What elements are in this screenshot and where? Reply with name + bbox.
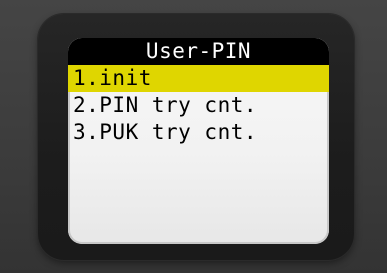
lcd-screen: User-PIN 1.init 2.PIN try cnt. 3.PUK try… (68, 38, 329, 244)
menu-item-init[interactable]: 1.init (68, 65, 329, 92)
screen-title: User-PIN (145, 39, 252, 63)
menu-item-pin-try-count[interactable]: 2.PIN try cnt. (68, 92, 329, 119)
menu-list: 1.init 2.PIN try cnt. 3.PUK try cnt. (68, 65, 329, 146)
title-bar: User-PIN (68, 38, 329, 65)
menu-item-puk-try-count[interactable]: 3.PUK try cnt. (68, 119, 329, 146)
device-housing: User-PIN 1.init 2.PIN try cnt. 3.PUK try… (0, 0, 387, 273)
